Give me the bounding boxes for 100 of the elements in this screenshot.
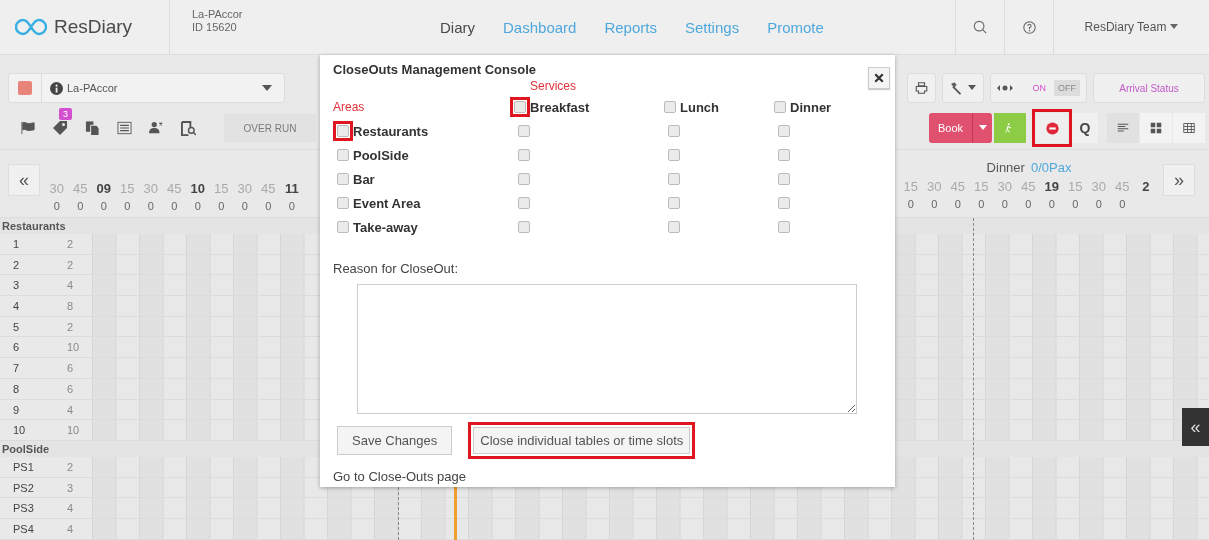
table-covers: 4 bbox=[66, 278, 75, 294]
checkbox[interactable] bbox=[337, 197, 349, 209]
annotation-label: Areas bbox=[333, 100, 366, 114]
time-label: 45 bbox=[1020, 178, 1037, 194]
tiles-view-icon[interactable] bbox=[1150, 122, 1162, 134]
list-card-icon[interactable] bbox=[115, 121, 133, 135]
service-name: Dinner bbox=[986, 160, 1025, 177]
checkbox[interactable] bbox=[668, 149, 680, 161]
search-icon[interactable] bbox=[973, 20, 987, 34]
checkbox[interactable] bbox=[518, 125, 530, 137]
time-label: 45 bbox=[1114, 178, 1131, 194]
next-button[interactable]: » bbox=[1163, 164, 1195, 196]
checkbox[interactable] bbox=[778, 221, 790, 233]
table-covers: 8 bbox=[66, 299, 75, 315]
print-button[interactable] bbox=[906, 73, 936, 103]
list-view-icon[interactable] bbox=[1117, 122, 1129, 134]
cover-count: 0 bbox=[930, 198, 939, 210]
cover-count: 0 bbox=[76, 200, 85, 212]
copy-icon[interactable] bbox=[84, 120, 100, 136]
checkbox[interactable] bbox=[518, 197, 530, 209]
table-covers: 6 bbox=[66, 361, 75, 377]
checkbox[interactable] bbox=[518, 173, 530, 185]
table-view-icon[interactable] bbox=[1183, 122, 1195, 134]
nav-link[interactable]: Diary bbox=[440, 18, 475, 36]
service-label: Breakfast bbox=[530, 99, 590, 115]
checkbox[interactable] bbox=[778, 197, 790, 209]
service-label: Dinner bbox=[790, 99, 832, 115]
cover-count: 0 bbox=[1071, 198, 1080, 210]
cover-count: 0 bbox=[193, 200, 202, 212]
area-label: Restaurants bbox=[353, 123, 429, 139]
time-label: 30 bbox=[236, 180, 253, 196]
checkbox[interactable] bbox=[518, 149, 530, 161]
checkbox[interactable] bbox=[668, 173, 680, 185]
checkbox[interactable] bbox=[778, 125, 790, 137]
queue-button[interactable]: Q bbox=[1072, 113, 1098, 143]
previous-button[interactable]: « bbox=[8, 164, 40, 196]
dialog-button[interactable]: Close individual tables or time slots bbox=[473, 427, 691, 454]
checkbox[interactable] bbox=[518, 221, 530, 233]
side-panel-tab[interactable]: « bbox=[1182, 408, 1209, 446]
caret-icon bbox=[1170, 24, 1179, 30]
view-button[interactable] bbox=[1107, 113, 1139, 143]
dialog-button[interactable]: Save Changes bbox=[337, 426, 453, 455]
time-label: 30 bbox=[48, 180, 65, 196]
checkbox[interactable] bbox=[337, 221, 349, 233]
book-button[interactable]: Book bbox=[928, 113, 972, 143]
cover-count: 0 bbox=[99, 200, 108, 212]
close-outs-link[interactable]: Go to Close-Outs page bbox=[333, 469, 466, 484]
time-label: 30 bbox=[996, 178, 1013, 194]
checkbox[interactable] bbox=[668, 125, 680, 137]
cover-count: 0 bbox=[953, 198, 962, 210]
arrival-status-button[interactable]: Arrival Status bbox=[1093, 73, 1205, 103]
time-label: 15 bbox=[1067, 178, 1084, 194]
user-menu[interactable]: ResDiary Team bbox=[1053, 0, 1209, 54]
venue-select[interactable]: La-PAccor bbox=[8, 73, 285, 103]
caret-icon bbox=[967, 85, 976, 91]
reason-field[interactable] bbox=[357, 284, 857, 414]
person-remove-icon[interactable] bbox=[147, 121, 165, 135]
table-name: 2 bbox=[12, 257, 21, 273]
time-label: 15 bbox=[119, 180, 136, 196]
checkbox[interactable] bbox=[668, 221, 680, 233]
table-name: 3 bbox=[12, 278, 21, 294]
checkbox[interactable] bbox=[778, 149, 790, 161]
view-button[interactable] bbox=[1140, 113, 1172, 143]
close-icon bbox=[874, 73, 884, 83]
checkbox[interactable] bbox=[337, 173, 349, 185]
view-button[interactable] bbox=[1173, 113, 1205, 143]
checkbox[interactable] bbox=[668, 197, 680, 209]
annotation-label: Services bbox=[530, 79, 576, 95]
flag-icon[interactable] bbox=[19, 121, 37, 135]
over-run-button[interactable]: OVER RUN bbox=[224, 114, 316, 142]
table-name: 8 bbox=[12, 381, 21, 397]
no-entry-icon bbox=[1045, 121, 1059, 135]
tag-icon[interactable] bbox=[52, 120, 68, 136]
table-name: 5 bbox=[12, 319, 21, 335]
table-name: PS3 bbox=[12, 501, 35, 517]
close-button[interactable] bbox=[868, 67, 890, 89]
table-covers: 2 bbox=[66, 459, 75, 475]
logo-text: ResDiary bbox=[54, 16, 133, 38]
time-label: 30 bbox=[1090, 178, 1107, 194]
book-menu-button[interactable] bbox=[972, 113, 992, 143]
checkbox[interactable] bbox=[337, 149, 349, 161]
table-covers: 4 bbox=[66, 402, 75, 418]
tag-count-badge: 3 bbox=[59, 108, 72, 120]
time-label: 45 bbox=[72, 180, 89, 196]
time-label: 15 bbox=[213, 180, 230, 196]
tools-button[interactable] bbox=[941, 73, 984, 103]
help-icon[interactable] bbox=[1022, 20, 1036, 34]
time-label: 19 bbox=[1043, 178, 1060, 194]
checkbox[interactable] bbox=[664, 101, 676, 113]
document-search-icon[interactable] bbox=[180, 120, 196, 136]
checkbox[interactable] bbox=[774, 101, 786, 113]
time-label: 2 bbox=[1141, 178, 1151, 194]
cover-count: 0 bbox=[1094, 198, 1103, 210]
cover-count: 0 bbox=[1047, 198, 1056, 210]
table-name: 7 bbox=[12, 361, 21, 377]
cover-count: 0 bbox=[146, 200, 155, 212]
checkbox[interactable] bbox=[778, 173, 790, 185]
pax-count: 0/0Pax bbox=[1030, 160, 1072, 177]
venue-color-swatch bbox=[18, 81, 32, 95]
cover-count: 0 bbox=[170, 200, 179, 212]
